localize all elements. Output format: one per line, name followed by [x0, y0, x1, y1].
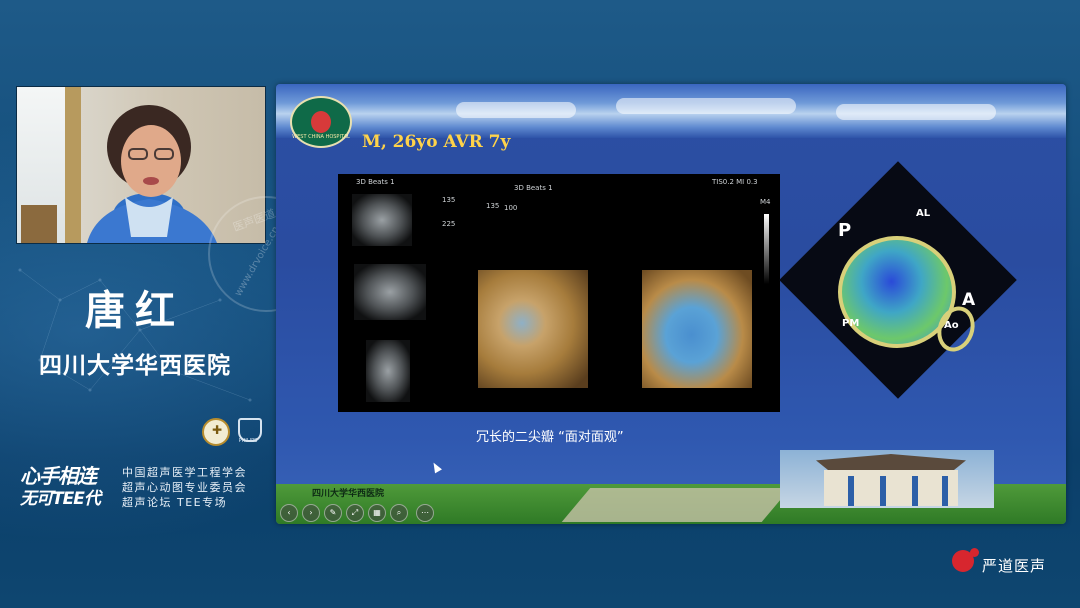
logo-text: 严道医声	[982, 557, 1047, 575]
slide-player-controls: ‹ › ✎ ⤢ ▦ ⌕ ⋯	[276, 502, 446, 524]
3d-valve-view-1	[478, 270, 588, 388]
echo-label: M4	[760, 198, 771, 206]
echo-label: TIS0.2 MI 0.3	[712, 178, 758, 186]
echo-label: 135	[442, 196, 456, 204]
speaker-name: 唐红	[85, 288, 185, 334]
grid-icon[interactable]: ▦	[368, 504, 386, 522]
echo-label: 135	[486, 202, 500, 210]
next-icon[interactable]: ›	[302, 504, 320, 522]
org-line-1: 中国超声医学工程学会	[122, 466, 247, 479]
slide-footer-name: 四川大学华西医院	[312, 489, 385, 499]
zoom-icon[interactable]: ⌕	[390, 504, 408, 522]
echo-image: 3D Beats 1 3D Beats 1 TIS0.2 MI 0.3 135 …	[338, 174, 780, 412]
echo-thumbnail	[352, 194, 412, 246]
diagram-label-al: AL	[916, 208, 931, 219]
diagram-label-ao: Ao	[944, 320, 959, 331]
society-emblem-icon: ✚	[202, 418, 230, 446]
pen-icon[interactable]: ✎	[324, 504, 342, 522]
slogan-line2: 无可TEE代	[20, 489, 101, 509]
echo-label: 225	[442, 220, 456, 228]
prev-icon[interactable]: ‹	[280, 504, 298, 522]
expand-icon[interactable]: ⤢	[346, 504, 364, 522]
echo-thumbnail	[354, 264, 426, 320]
diagram-label-p: P	[838, 220, 852, 241]
org-line-2: 超声心动图专业委员会	[122, 481, 247, 494]
3d-valve-view-2	[642, 270, 752, 388]
org-line-3: 超声论坛 TEE专场	[122, 496, 228, 509]
slide-caption: 冗长的二尖瓣 “面对面观”	[476, 430, 624, 445]
more-icon[interactable]: ⋯	[416, 504, 434, 522]
logo-dot	[970, 548, 979, 557]
diagram-label-pm: PM	[842, 318, 860, 329]
echo-label: 3D Beats 1	[356, 178, 395, 186]
echo-label: 3D Beats 1	[514, 184, 553, 192]
philips-label: PHILIPS	[238, 438, 258, 444]
diagram-label-a: A	[962, 290, 976, 310]
philips-shield-icon: PHILIPS	[236, 418, 262, 444]
presentation-slide[interactable]: WEST CHINA HOSPITAL M, 26yo AVR 7y 3D Be…	[276, 84, 1066, 524]
mouse-cursor-icon	[430, 460, 442, 474]
hospital-logo-icon: WEST CHINA HOSPITAL	[290, 96, 352, 148]
echo-label: 100	[504, 204, 518, 212]
echo-thumbnail	[366, 340, 410, 402]
echo-grayscale-bar	[764, 214, 769, 284]
slide-title: M, 26yo AVR 7y	[362, 132, 511, 152]
speaker-organization: 四川大学华西医院	[39, 353, 231, 379]
gate-wall	[824, 470, 958, 506]
slide-footer-path	[561, 488, 791, 522]
slide-banner	[276, 84, 1066, 138]
